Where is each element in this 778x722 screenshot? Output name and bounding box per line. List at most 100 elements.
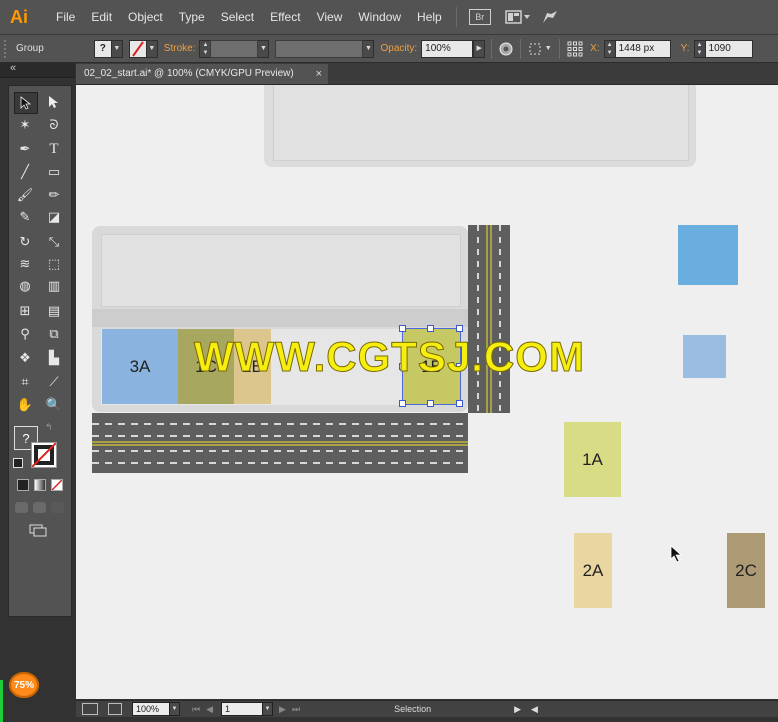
screen-mode-icon[interactable]	[29, 524, 47, 537]
selection-handle[interactable]	[456, 325, 463, 332]
selection-handle[interactable]	[427, 325, 434, 332]
lot-2c[interactable]: 2C	[727, 533, 765, 608]
stroke-swatch[interactable]	[128, 39, 147, 58]
menu-view[interactable]: View	[309, 10, 351, 24]
last-artboard-icon[interactable]: ⏭	[292, 704, 300, 715]
collapse-panel-icon[interactable]: «	[10, 62, 16, 74]
share-icon[interactable]	[108, 703, 122, 715]
rectangle-tool-icon[interactable]: ▭	[43, 162, 65, 182]
first-artboard-icon[interactable]: ⏮	[192, 704, 200, 715]
stroke-label[interactable]: Stroke:	[164, 43, 196, 54]
swap-fill-stroke-icon[interactable]: ↰	[45, 422, 53, 433]
opacity-field[interactable]: 100%	[421, 39, 474, 58]
shaper-tool-icon[interactable]: ✎	[14, 207, 36, 227]
artboard-nav-icon[interactable]	[82, 703, 98, 715]
lot-1a[interactable]: 1A	[564, 422, 621, 497]
previous-artboard-icon[interactable]: ◀	[206, 704, 213, 715]
scale-tool-icon[interactable]: ⤡	[43, 232, 65, 252]
draw-behind-icon[interactable]	[33, 502, 46, 513]
stroke-weight-stepper[interactable]: ▲ ▼	[199, 39, 211, 58]
arrange-documents-icon[interactable]	[504, 6, 531, 28]
none-mode-icon[interactable]	[51, 479, 63, 491]
stroke-weight-dropdown[interactable]: ▼	[258, 39, 270, 58]
tools-panel-header[interactable]: «	[0, 62, 75, 78]
close-icon[interactable]: ×	[316, 64, 322, 84]
free-transform-tool-icon[interactable]: ⬚	[43, 254, 65, 274]
gradient-mode-icon[interactable]	[34, 479, 46, 491]
lot-2a[interactable]: 2A	[574, 533, 612, 608]
zoom-field[interactable]: 100%	[132, 702, 170, 716]
y-stepper[interactable]: ▲ ▼	[693, 39, 705, 58]
menu-file[interactable]: File	[48, 10, 83, 24]
width-tool-icon[interactable]: ≋	[14, 254, 36, 274]
artboard-tool-icon[interactable]: ⌗	[14, 372, 36, 392]
selection-tool-icon[interactable]	[14, 92, 38, 114]
vertical-road[interactable]	[468, 225, 510, 413]
lot-3a[interactable]: 3A	[102, 329, 178, 404]
opacity-flyout[interactable]: ▶	[473, 39, 486, 58]
horizontal-road[interactable]	[92, 413, 468, 473]
bridge-button[interactable]: Br	[468, 9, 491, 25]
menu-help[interactable]: Help	[409, 10, 450, 24]
variable-width-profile-field[interactable]	[275, 39, 364, 58]
paintbrush-tool-icon[interactable]: 🖌	[14, 185, 36, 205]
document-tab[interactable]: 02_02_start.ai* @ 100% (CMYK/GPU Preview…	[76, 64, 328, 84]
mesh-tool-icon[interactable]: ⊞	[14, 301, 36, 321]
pen-tool-icon[interactable]: ✒	[14, 139, 36, 159]
x-label[interactable]: X:	[590, 43, 599, 54]
fill-swatch[interactable]: ?	[93, 39, 112, 58]
align-to-selection-icon[interactable]	[527, 41, 543, 57]
blend-tool-icon[interactable]: ⧉	[43, 324, 65, 344]
recolor-artwork-icon[interactable]	[498, 41, 514, 57]
color-mode-icon[interactable]	[17, 479, 29, 491]
menu-effect[interactable]: Effect	[262, 10, 308, 24]
scroll-left-icon[interactable]: ◀	[531, 704, 538, 715]
y-field[interactable]: 1090	[704, 39, 753, 58]
default-fill-stroke-icon[interactable]	[13, 458, 23, 468]
shape-builder-tool-icon[interactable]: ◍	[14, 276, 36, 296]
eyedropper-tool-icon[interactable]: ⚲	[14, 324, 36, 344]
selection-handle[interactable]	[456, 400, 463, 407]
magic-wand-tool-icon[interactable]: ✶	[14, 115, 36, 135]
menu-select[interactable]: Select	[213, 10, 262, 24]
selection-handle[interactable]	[427, 400, 434, 407]
rotate-tool-icon[interactable]: ↻	[14, 232, 36, 252]
sync-icon[interactable]	[541, 6, 559, 28]
artboard-number-dropdown[interactable]: ▼	[263, 702, 274, 716]
fill-dropdown[interactable]: ▼	[111, 39, 123, 58]
next-artboard-icon[interactable]: ▶	[279, 704, 286, 715]
menu-type[interactable]: Type	[171, 10, 213, 24]
menu-edit[interactable]: Edit	[83, 10, 120, 24]
lasso-tool-icon[interactable]: ᘐ	[43, 115, 65, 135]
x-stepper[interactable]: ▲ ▼	[603, 39, 615, 58]
perspective-grid-tool-icon[interactable]: ▥	[43, 276, 65, 296]
symbol-sprayer-tool-icon[interactable]: ❖	[14, 348, 36, 368]
block-upper-area[interactable]	[101, 234, 461, 307]
selection-handle[interactable]	[399, 325, 406, 332]
status-tool-name[interactable]: Selection	[394, 704, 434, 714]
selection-handle[interactable]	[399, 400, 406, 407]
stroke-weight-field[interactable]	[210, 39, 259, 58]
opacity-label[interactable]: Opacity:	[380, 43, 417, 54]
blue-square-small[interactable]	[683, 335, 726, 378]
artboard-canvas[interactable]: 3A 1C 2B 1B 1A 2A 2C WWW.CGTSJ.COM	[76, 85, 778, 699]
direct-selection-tool-icon[interactable]	[43, 92, 65, 112]
align-dropdown[interactable]: ▼	[543, 41, 553, 57]
stroke-dropdown[interactable]: ▼	[146, 39, 158, 58]
reference-point-icon[interactable]	[566, 40, 584, 58]
draw-normal-icon[interactable]	[15, 502, 28, 513]
y-label[interactable]: Y:	[681, 43, 690, 54]
panel-grip[interactable]	[4, 39, 10, 58]
draw-inside-icon[interactable]	[51, 502, 64, 513]
variable-width-dropdown[interactable]: ▼	[363, 39, 375, 58]
status-menu-icon[interactable]: ▶	[514, 704, 521, 715]
blue-square-large[interactable]	[678, 225, 738, 285]
column-graph-tool-icon[interactable]: ▙	[43, 348, 65, 368]
artboard-number-field[interactable]: 1	[221, 702, 264, 716]
type-tool-icon[interactable]: T	[43, 139, 65, 159]
zoom-dropdown[interactable]: ▼	[170, 702, 180, 716]
stroke-color-box[interactable]	[31, 442, 57, 468]
zoom-tool-icon[interactable]: 🔍	[43, 395, 65, 415]
pencil-tool-icon[interactable]: ✏	[43, 185, 65, 205]
gradient-tool-icon[interactable]: ▤	[43, 301, 65, 321]
